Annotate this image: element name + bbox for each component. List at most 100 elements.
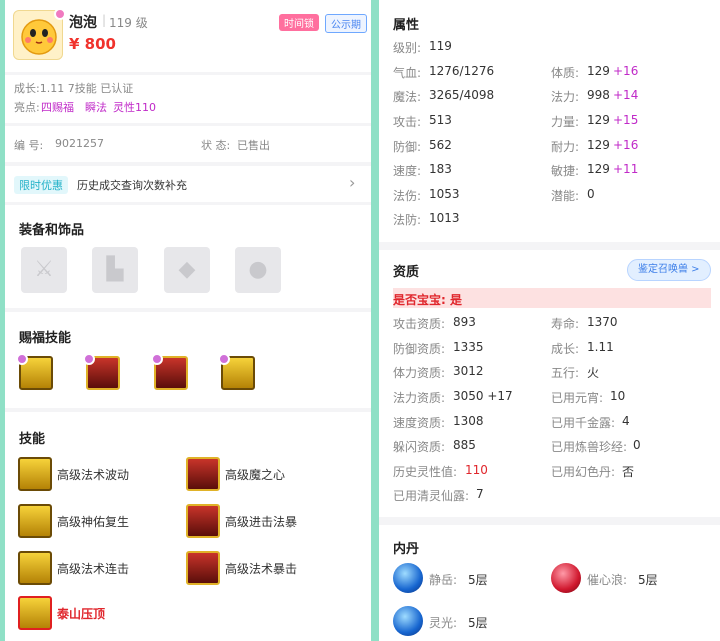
promo-row[interactable]: 限时优惠 历史成交查询次数补充 › (5, 166, 371, 202)
attr-value: 1013 (429, 211, 460, 225)
attr-value: 998 (587, 88, 610, 102)
apt-value: 3050 +17 (453, 389, 513, 403)
skill-name: 高级法术连击 (57, 562, 130, 576)
skill-name: 高级魔之心 (225, 468, 286, 482)
attr-bonus: +16 (613, 138, 639, 152)
apt-label: 躲闪资质: (393, 440, 446, 454)
highlight-tag: 灵性110 (113, 101, 156, 114)
apt-value: 1.11 (587, 340, 614, 354)
apt-value: 0 (633, 438, 641, 452)
growth-summary: 成长:1.11 7技能 已认证 (14, 82, 134, 95)
skill-name: 高级神佑复生 (57, 515, 130, 529)
armor-icon[interactable]: ◆ (164, 247, 210, 293)
ornament-icon[interactable]: ● (235, 247, 281, 293)
attr-value: 3265/4098 (429, 88, 495, 102)
attr-value: 513 (429, 113, 452, 127)
jingyue-icon[interactable] (393, 563, 423, 593)
attr-value: 129 (587, 162, 610, 176)
pet-detail-right-panel: 属性 级别: 119 气血: 1276/1276 魔法: 3265/4098 攻… (379, 0, 720, 641)
attr-label: 气血: (393, 66, 422, 80)
attr-bonus: +14 (613, 88, 639, 102)
burst-icon[interactable] (186, 504, 220, 538)
attr-label: 防御: (393, 140, 422, 154)
skill-name: 泰山压顶 (57, 607, 106, 621)
apt-label: 寿命: (551, 317, 580, 331)
apt-label: 已用炼兽珍经: (551, 440, 628, 454)
status-label: 状 态: (201, 139, 231, 152)
aptitudes-title: 资质 (393, 265, 420, 280)
apt-value: 1370 (587, 315, 618, 329)
pet-header-card: 泡泡 | 119 级 ¥ 800 时间锁 公示期 (5, 0, 371, 72)
aptitudes-card: 资质 鉴定召唤兽 > 是否宝宝: 是 攻击资质: 893 防御资质: 1335 … (379, 250, 720, 517)
crit-icon[interactable] (186, 551, 220, 585)
time-lock-badge: 时间锁 (279, 14, 319, 31)
skills-title: 技能 (19, 432, 46, 447)
revive-icon[interactable] (18, 504, 52, 538)
attr-label: 法力: (551, 90, 580, 104)
attr-label: 体质: (551, 66, 580, 80)
apt-value: 893 (453, 315, 476, 329)
apt-label: 历史灵性值: (393, 465, 458, 479)
baby-status: 是否宝宝: 是 (393, 293, 462, 307)
appraise-pet-button[interactable]: 鉴定召唤兽 > (627, 259, 711, 281)
id-value: 9021257 (55, 137, 104, 150)
inner-core-level: 5层 (468, 616, 488, 630)
attr-value: 119 (429, 39, 452, 53)
apt-label: 已用千金露: (551, 416, 616, 430)
attr-label: 耐力: (551, 140, 580, 154)
inner-core-level: 5层 (638, 573, 658, 587)
apt-value: 10 (610, 389, 626, 403)
apt-label: 攻击资质: (393, 317, 446, 331)
promo-tag: 限时优惠 (14, 176, 68, 194)
pet-avatar (13, 8, 66, 60)
heart-icon[interactable] (186, 457, 220, 491)
attr-value: 562 (429, 138, 452, 152)
apt-value: 4 (622, 414, 630, 428)
attr-value: 129 (587, 138, 610, 152)
gender-badge-icon (54, 8, 66, 20)
mountain-icon[interactable] (18, 596, 52, 630)
blessing-skills-card: 赐福技能 (5, 312, 371, 408)
attr-label: 法防: (393, 213, 422, 227)
inner-core-name: 催心浪: (587, 573, 628, 587)
wave-icon[interactable] (18, 457, 52, 491)
blessing-title: 赐福技能 (19, 331, 72, 346)
blessing-combo-icon[interactable] (218, 353, 255, 390)
chevron-right-icon: › (349, 173, 356, 192)
apt-value: 110 (465, 463, 488, 477)
attr-label: 力量: (551, 115, 580, 129)
sword-icon[interactable]: ⚔ (21, 247, 67, 293)
inner-core-name: 灵光: (429, 616, 458, 630)
apt-label: 五行: (551, 366, 580, 380)
attributes-title: 属性 (393, 18, 420, 33)
attr-bonus: +15 (613, 113, 639, 127)
blessing-crit-icon[interactable] (151, 353, 188, 390)
inner-core-level: 5层 (468, 573, 488, 587)
skill-name: 高级法术暴击 (225, 562, 298, 576)
inner-core-card: 内丹 静岳: 5层 催心浪: 5层 灵光: 5层 (379, 525, 720, 641)
pet-name: 泡泡 (69, 15, 97, 31)
attr-value: 129 (587, 64, 610, 78)
status-value: 已售出 (237, 139, 270, 152)
cuixinlang-icon[interactable] (551, 563, 581, 593)
equipment-title: 装备和饰品 (19, 223, 85, 238)
combo-icon[interactable] (18, 551, 52, 585)
apt-value: 否 (622, 465, 635, 479)
skills-card: 技能 高级法术波动 高级魔之心 高级神佑复生 高级进击法暴 高级法术连击 高级法… (5, 412, 371, 641)
lingguang-icon[interactable] (393, 606, 423, 636)
apt-label: 已用元宵: (551, 391, 604, 405)
apt-label: 速度资质: (393, 416, 446, 430)
blessing-wave-icon[interactable] (16, 353, 53, 390)
skill-name: 高级进击法暴 (225, 515, 298, 529)
id-status-card: 编 号: 9021257 状 态: 已售出 (5, 126, 371, 162)
attr-label: 潜能: (551, 189, 580, 203)
highlight-tag: 瞬法 (85, 101, 107, 114)
apt-value: 3012 (453, 364, 484, 378)
apt-label: 体力资质: (393, 366, 446, 380)
pet-detail-left-panel: 泡泡 | 119 级 ¥ 800 时间锁 公示期 成长:1.11 7技能 已认证… (5, 0, 371, 641)
blessing-burst-icon[interactable] (83, 353, 120, 390)
boot-icon[interactable]: ▙ (92, 247, 138, 293)
pet-price: ¥ 800 (69, 35, 116, 53)
equipment-card: 装备和饰品 ⚔ ▙ ◆ ● (5, 205, 371, 308)
pet-level: 119 级 (109, 16, 148, 30)
